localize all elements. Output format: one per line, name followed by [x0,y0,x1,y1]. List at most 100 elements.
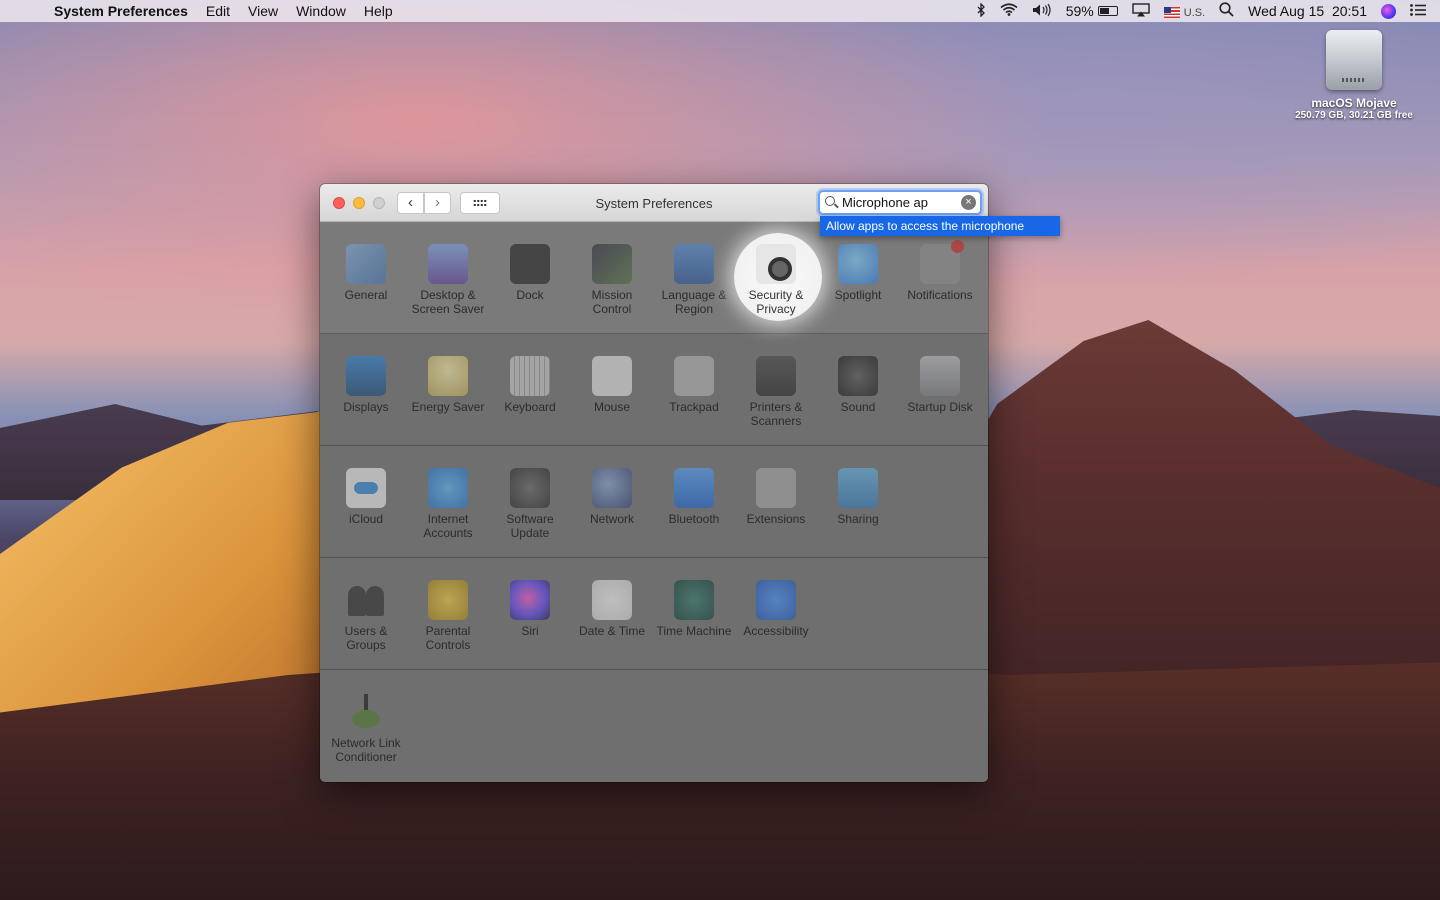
pane-spotlight[interactable]: Spotlight [817,244,899,302]
battery-percent: 59% [1065,3,1094,19]
energy-saver-icon [428,356,468,396]
pane-bluetooth[interactable]: Bluetooth [653,468,735,526]
pane-sound[interactable]: Sound [817,356,899,414]
clear-search-icon[interactable]: × [961,195,976,210]
pane-sharing[interactable]: Sharing [817,468,899,526]
pane-accessibility[interactable]: Accessibility [735,580,817,638]
search-input[interactable]: Microphone ap [842,195,928,210]
pane-notifications[interactable]: Notifications [899,240,981,302]
menu-view[interactable]: View [239,3,287,19]
parental-controls-icon [428,580,468,620]
pane-parental-controls[interactable]: Parental Controls [407,580,489,652]
network-icon [592,468,632,508]
battery-fill [1099,8,1109,14]
software-update-icon [510,468,550,508]
search-icon [825,196,835,206]
wifi-icon[interactable] [1000,3,1018,19]
desktop-drive[interactable]: macOS Mojave 250.79 GB, 30.21 GB free [1288,30,1420,121]
menu-edit[interactable]: Edit [197,3,239,19]
bluetooth-icon[interactable] [976,1,986,20]
security-privacy-icon [756,244,796,284]
pane-label: General [344,288,388,302]
pane-security-privacy[interactable]: Security & Privacy [735,244,817,316]
extensions-icon [756,468,796,508]
mission-control-icon [592,244,632,284]
pane-label: Keyboard [504,400,556,414]
pane-trackpad[interactable]: Trackpad [653,356,735,414]
pane-label: Language & Region [661,288,727,316]
pane-label: Sound [840,400,876,414]
pane-network-link-conditioner[interactable]: Network Link Conditioner [325,692,407,764]
trackpad-icon [674,356,714,396]
sharing-icon [838,468,878,508]
pane-label: Network Link Conditioner [331,736,401,764]
pane-label: Trackpad [669,400,719,414]
spotlight-icon[interactable] [1219,2,1234,20]
pane-network[interactable]: Network [571,468,653,526]
pane-internet-accounts[interactable]: Internet Accounts [407,468,489,540]
pane-label: Mouse [593,400,631,414]
notification-center-icon[interactable] [1410,3,1426,19]
input-source-menu[interactable]: U.S. [1163,3,1205,19]
pane-label: Displays [343,400,389,414]
pane-label: iCloud [348,512,384,526]
keyboard-icon [510,356,550,396]
menu-bar: System Preferences Edit View Window Help… [0,0,1440,22]
menu-window[interactable]: Window [287,3,355,19]
desktop-icon [428,244,468,284]
pane-users-groups[interactable]: Users & Groups [325,580,407,652]
pane-label: Network [589,512,634,526]
pane-mission-control[interactable]: Mission Control [571,244,653,316]
pane-label: Software Update [506,512,554,540]
menubar-clock[interactable]: Wed Aug 15 20:51 [1248,3,1367,19]
dock-icon [510,244,550,284]
pane-extensions[interactable]: Extensions [735,468,817,526]
pane-label: Notifications [907,288,973,302]
pane-software-update[interactable]: Software Update [489,468,571,540]
mouse-icon [592,356,632,396]
preference-panes: General Desktop & Screen Saver Dock Mission… [320,222,988,782]
pane-label: Mission Control [591,288,633,316]
accessibility-icon [756,580,796,620]
pane-displays[interactable]: Displays [325,356,407,414]
pane-desktop[interactable]: Desktop & Screen Saver [407,244,489,316]
flag-icon [1163,6,1180,18]
battery-status[interactable]: 59% [1066,3,1118,19]
pane-icloud[interactable]: iCloud [325,468,407,526]
language-region-icon [674,244,714,284]
pane-printers[interactable]: Printers & Scanners [735,356,817,428]
pane-label: Desktop & Screen Saver [411,288,485,316]
pane-keyboard[interactable]: Keyboard [489,356,571,414]
printers-icon [756,356,796,396]
pane-energy-saver[interactable]: Energy Saver [407,356,489,414]
pane-siri[interactable]: Siri [489,580,571,638]
menu-help[interactable]: Help [355,3,402,19]
internet-accounts-icon [428,468,468,508]
pane-mouse[interactable]: Mouse [571,356,653,414]
pane-label: Security & Privacy [748,288,804,316]
startup-disk-icon [920,356,960,396]
pane-time-machine[interactable]: Time Machine [653,580,735,638]
pane-general[interactable]: General [325,244,407,302]
pane-date-time[interactable]: Date & Time [571,580,653,638]
siri-icon [510,580,550,620]
system-preferences-window: ‹ › System Preferences Microphone ap × G… [320,184,988,782]
icloud-icon [346,468,386,508]
search-suggestion[interactable]: Allow apps to access the microphone [820,216,1060,236]
search-field[interactable]: Microphone ap × [818,190,982,215]
siri-icon[interactable] [1381,3,1396,19]
pane-label: Accessibility [743,624,809,638]
drive-size: 250.79 GB, 30.21 GB free [1295,110,1413,121]
pane-label: Startup Disk [907,400,973,414]
volume-icon[interactable] [1032,3,1052,20]
pane-dock[interactable]: Dock [489,244,571,302]
general-icon [346,244,386,284]
pane-language-region[interactable]: Language & Region [653,244,735,316]
battery-icon [1097,6,1118,16]
pane-label: Bluetooth [668,512,720,526]
menu-app-name[interactable]: System Preferences [54,3,197,19]
pane-label: Spotlight [834,288,882,302]
pane-label: Extensions [746,512,806,526]
airplay-icon[interactable] [1132,2,1150,20]
pane-startup-disk[interactable]: Startup Disk [899,356,981,414]
